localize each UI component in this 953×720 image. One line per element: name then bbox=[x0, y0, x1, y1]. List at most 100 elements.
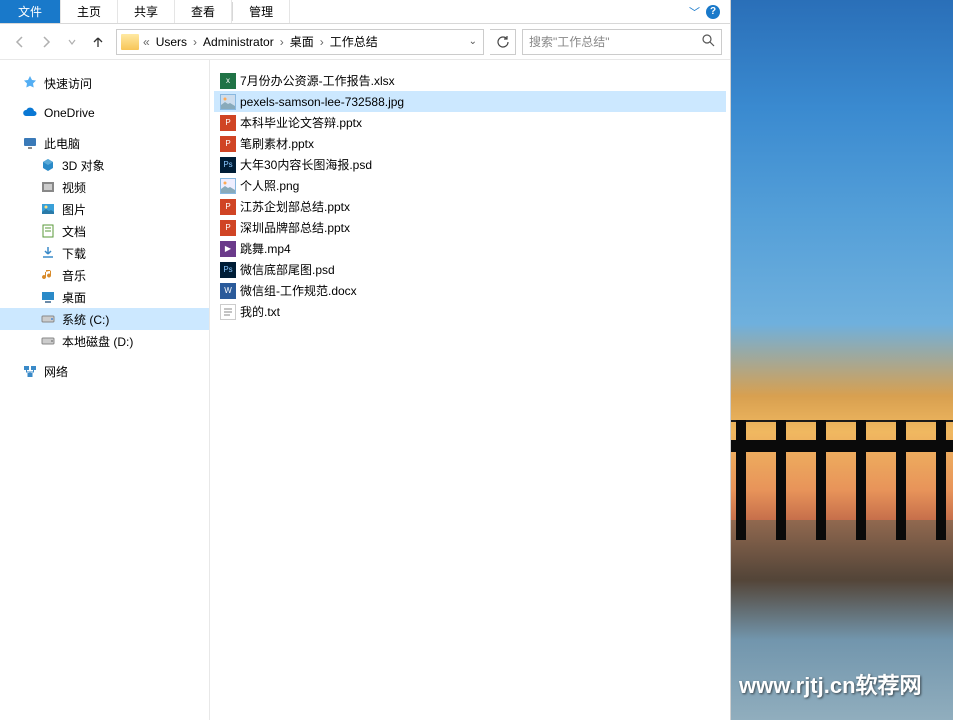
breadcrumb-item[interactable]: Users bbox=[152, 35, 191, 49]
file-item[interactable]: P深圳品牌部总结.pptx bbox=[214, 217, 726, 238]
file-name: 微信底部尾图.psd bbox=[240, 261, 335, 278]
video-icon: ▶ bbox=[220, 241, 236, 257]
navigation-pane: 快速访问 OneDrive 此电脑 bbox=[0, 60, 210, 720]
nav-recent-button[interactable] bbox=[60, 30, 84, 54]
file-item[interactable]: x7月份办公资源-工作报告.xlsx bbox=[214, 70, 726, 91]
drive-icon bbox=[40, 311, 56, 327]
address-bar-row: « Users › Administrator › 桌面 › 工作总结 ⌄ bbox=[0, 24, 730, 60]
file-item[interactable]: P江苏企划部总结.pptx bbox=[214, 196, 726, 217]
explorer-body: 快速访问 OneDrive 此电脑 bbox=[0, 60, 730, 720]
ribbon-tab-home[interactable]: 主页 bbox=[61, 0, 118, 23]
ribbon-tab-share[interactable]: 共享 bbox=[118, 0, 175, 23]
nav-desktop[interactable]: 桌面 bbox=[0, 286, 209, 308]
ribbon-tab-manage[interactable]: 管理 bbox=[233, 0, 290, 23]
address-dropdown-icon[interactable]: ⌄ bbox=[469, 36, 477, 47]
powerpoint-icon: P bbox=[220, 220, 236, 236]
help-icon[interactable]: ? bbox=[706, 5, 720, 19]
nav-label: 3D 对象 bbox=[62, 157, 105, 174]
nav-back-button[interactable] bbox=[8, 30, 32, 54]
file-item[interactable]: 个人照.png bbox=[214, 175, 726, 196]
nav-label: OneDrive bbox=[44, 106, 95, 120]
file-name: 我的.txt bbox=[240, 303, 280, 320]
file-item[interactable]: Ps大年30内容长图海报.psd bbox=[214, 154, 726, 175]
photoshop-icon: Ps bbox=[220, 262, 236, 278]
breadcrumb-root-sep[interactable]: « bbox=[141, 35, 152, 49]
chevron-right-icon[interactable]: › bbox=[191, 35, 199, 49]
search-box[interactable] bbox=[522, 29, 722, 55]
file-item[interactable]: 我的.txt bbox=[214, 301, 726, 322]
breadcrumb-item[interactable]: Administrator bbox=[199, 35, 278, 49]
ribbon-tabs: 文件 主页 共享 查看 管理 ﹀ ? bbox=[0, 0, 730, 24]
network-icon bbox=[22, 363, 38, 379]
nav-videos[interactable]: 视频 bbox=[0, 176, 209, 198]
file-item[interactable]: P笔刷素材.pptx bbox=[214, 133, 726, 154]
nav-3d-objects[interactable]: 3D 对象 bbox=[0, 154, 209, 176]
document-icon bbox=[40, 223, 56, 239]
refresh-button[interactable] bbox=[490, 29, 516, 55]
nav-label: 系统 (C:) bbox=[62, 311, 109, 328]
nav-label: 视频 bbox=[62, 179, 86, 196]
film-icon bbox=[40, 179, 56, 195]
nav-label: 桌面 bbox=[62, 289, 86, 306]
nav-pictures[interactable]: 图片 bbox=[0, 198, 209, 220]
file-item[interactable]: ▶跳舞.mp4 bbox=[214, 238, 726, 259]
nav-up-button[interactable] bbox=[86, 30, 110, 54]
star-icon bbox=[22, 75, 38, 91]
chevron-right-icon[interactable]: › bbox=[318, 35, 326, 49]
nav-this-pc[interactable]: 此电脑 bbox=[0, 132, 209, 154]
file-item[interactable]: Ps微信底部尾图.psd bbox=[214, 259, 726, 280]
nav-label: 下载 bbox=[62, 245, 86, 262]
file-name: pexels-samson-lee-732588.jpg bbox=[240, 95, 404, 109]
ribbon-tab-view[interactable]: 查看 bbox=[175, 0, 232, 23]
nav-label: 此电脑 bbox=[44, 135, 80, 152]
text-icon bbox=[220, 304, 236, 320]
file-name: 个人照.png bbox=[240, 177, 299, 194]
nav-drive-d[interactable]: 本地磁盘 (D:) bbox=[0, 330, 209, 352]
nav-onedrive[interactable]: OneDrive bbox=[0, 102, 209, 124]
nav-documents[interactable]: 文档 bbox=[0, 220, 209, 242]
nav-label: 本地磁盘 (D:) bbox=[62, 333, 133, 350]
computer-icon bbox=[22, 135, 38, 151]
breadcrumb-bar[interactable]: « Users › Administrator › 桌面 › 工作总结 ⌄ bbox=[116, 29, 484, 55]
powerpoint-icon: P bbox=[220, 199, 236, 215]
search-input[interactable] bbox=[529, 35, 702, 49]
nav-label: 音乐 bbox=[62, 267, 86, 284]
nav-drive-c[interactable]: 系统 (C:) bbox=[0, 308, 209, 330]
file-item[interactable]: pexels-samson-lee-732588.jpg bbox=[214, 91, 726, 112]
breadcrumb-item[interactable]: 工作总结 bbox=[326, 33, 382, 50]
nav-forward-button[interactable] bbox=[34, 30, 58, 54]
file-list[interactable]: x7月份办公资源-工作报告.xlsx pexels-samson-lee-7325… bbox=[210, 60, 730, 720]
file-name: 深圳品牌部总结.pptx bbox=[240, 219, 350, 236]
nav-label: 文档 bbox=[62, 223, 86, 240]
nav-label: 网络 bbox=[44, 363, 68, 380]
nav-quick-access[interactable]: 快速访问 bbox=[0, 72, 209, 94]
file-name: 本科毕业论文答辩.pptx bbox=[240, 114, 362, 131]
ribbon-expand-icon[interactable]: ﹀ bbox=[689, 4, 700, 20]
nav-network[interactable]: 网络 bbox=[0, 360, 209, 382]
watermark-text: www.rjtj.cn软荐网 bbox=[739, 668, 922, 700]
download-icon bbox=[40, 245, 56, 261]
image-icon bbox=[220, 178, 236, 194]
file-item[interactable]: W微信组-工作规范.docx bbox=[214, 280, 726, 301]
nav-downloads[interactable]: 下载 bbox=[0, 242, 209, 264]
file-name: 大年30内容长图海报.psd bbox=[240, 156, 372, 173]
powerpoint-icon: P bbox=[220, 136, 236, 152]
nav-music[interactable]: 音乐 bbox=[0, 264, 209, 286]
desktop-icon bbox=[40, 289, 56, 305]
image-icon bbox=[220, 94, 236, 110]
photoshop-icon: Ps bbox=[220, 157, 236, 173]
file-name: 跳舞.mp4 bbox=[240, 240, 291, 257]
nav-label: 快速访问 bbox=[44, 75, 92, 92]
file-explorer-window: 文件 主页 共享 查看 管理 ﹀ ? « bbox=[0, 0, 731, 720]
drive-icon bbox=[40, 333, 56, 349]
breadcrumb-item[interactable]: 桌面 bbox=[286, 33, 318, 50]
chevron-right-icon[interactable]: › bbox=[278, 35, 286, 49]
ribbon-tab-file[interactable]: 文件 bbox=[0, 0, 61, 23]
search-icon[interactable] bbox=[702, 34, 715, 50]
desktop-wallpaper: www.rjtj.cn软荐网 bbox=[731, 0, 953, 720]
nav-label: 图片 bbox=[62, 201, 86, 218]
file-name: 江苏企划部总结.pptx bbox=[240, 198, 350, 215]
file-item[interactable]: P本科毕业论文答辩.pptx bbox=[214, 112, 726, 133]
excel-icon: x bbox=[220, 73, 236, 89]
folder-icon bbox=[121, 34, 139, 50]
